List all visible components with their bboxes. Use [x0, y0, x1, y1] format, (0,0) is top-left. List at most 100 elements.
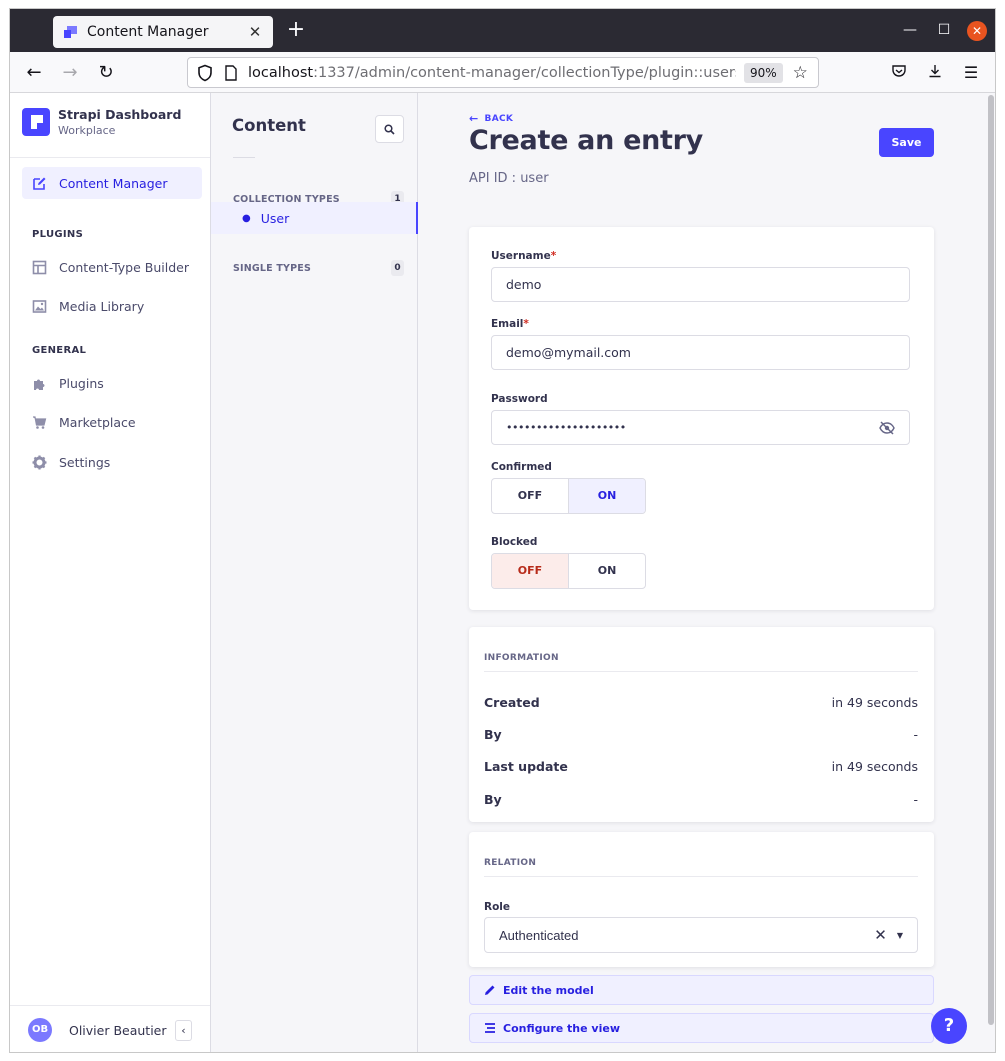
information-card: INFORMATION Created in 49 seconds By - Las… [469, 627, 934, 822]
arrow-left-icon: ← [469, 112, 479, 125]
save-button[interactable]: Save [879, 128, 934, 157]
chevron-left-icon: ‹ [181, 1023, 186, 1037]
shield-icon [198, 64, 212, 81]
hamburger-menu-icon[interactable]: ☰ [961, 63, 981, 83]
gear-icon [32, 455, 47, 469]
page-title: Create an entry [469, 125, 703, 156]
download-icon[interactable] [925, 63, 945, 83]
help-button[interactable]: ? [931, 1008, 967, 1044]
nav-divider [10, 157, 210, 158]
nav-item-label: Content Manager [59, 175, 168, 191]
nav-item-label: Settings [59, 454, 111, 470]
blocked-toggle[interactable]: OFF ON [491, 553, 646, 589]
info-row-created-by: By - [484, 727, 918, 742]
information-divider [484, 671, 918, 672]
minimize-icon[interactable]: — [900, 21, 920, 39]
back-arrow-icon[interactable]: ← [23, 62, 45, 84]
nav-item-marketplace[interactable]: Marketplace [22, 406, 202, 438]
configure-view-link[interactable]: Configure the view [469, 1013, 934, 1043]
list-icon [485, 1023, 495, 1033]
forward-arrow-icon[interactable]: → [59, 62, 81, 84]
browser-tab[interactable]: Content Manager ✕ [53, 16, 273, 48]
back-link[interactable]: ← BACK [469, 112, 513, 125]
nav-item-label: Media Library [59, 298, 145, 314]
pen-square-icon [33, 177, 46, 190]
pocket-icon[interactable] [889, 63, 909, 83]
url-text[interactable]: localhost:1337/admin/content-manager/col… [248, 65, 736, 81]
browser-titlebar: Content Manager ✕ + — ☐ ✕ [10, 9, 995, 52]
nav-item-content-manager[interactable]: Content Manager [22, 167, 202, 199]
information-heading: INFORMATION [484, 653, 559, 663]
role-label: Role [484, 901, 511, 913]
blocked-label: Blocked [491, 536, 538, 548]
tab-close-icon[interactable]: ✕ [247, 23, 263, 41]
info-row-updated-by: By - [484, 792, 918, 807]
collapse-nav-button[interactable]: ‹ [175, 1019, 192, 1041]
password-field[interactable]: •••••••••••••••••••• [491, 410, 910, 445]
nav-item-settings[interactable]: Settings [22, 446, 202, 478]
confirmed-off-option[interactable]: OFF [492, 479, 568, 513]
confirmed-label: Confirmed [491, 461, 552, 473]
bullet-icon: ● [242, 212, 251, 224]
nav-footer: OB Olivier Beautier ‹ [10, 1005, 210, 1052]
nav-section-general: GENERAL [32, 345, 87, 356]
zoom-level[interactable]: 90% [744, 62, 783, 83]
nav-item-media-library[interactable]: Media Library [22, 290, 202, 322]
bookmark-star-icon[interactable]: ☆ [793, 63, 808, 83]
browser-window: Content Manager ✕ + — ☐ ✕ ← → ↻ localhos… [9, 8, 996, 1053]
relation-card: RELATION Role Authenticated ✕ ▼ [469, 832, 934, 967]
brand-workplace: Workplace [58, 124, 116, 137]
cart-icon [33, 415, 47, 429]
layout-icon [32, 260, 47, 274]
subnav-title: Content [232, 116, 306, 135]
brand-name: Strapi Dashboard [58, 107, 182, 122]
browser-navbar: ← → ↻ localhost:1337/admin/content-manag… [10, 52, 995, 93]
info-row-last-update: Last update in 49 seconds [484, 759, 918, 774]
clear-icon[interactable]: ✕ [874, 926, 887, 944]
main-nav: Strapi Dashboard Workplace Content Manag… [10, 93, 211, 1052]
nav-item-plugins[interactable]: Plugins [22, 367, 202, 399]
nav-section-plugins: PLUGINS [32, 229, 84, 240]
eye-off-icon[interactable] [879, 420, 895, 435]
edit-model-link[interactable]: Edit the model [469, 975, 934, 1005]
role-select[interactable]: Authenticated ✕ ▼ [484, 917, 918, 953]
password-label: Password [491, 393, 548, 405]
page-scrollbar[interactable] [986, 93, 995, 1052]
strapi-favicon-icon [63, 24, 79, 40]
confirmed-on-option[interactable]: ON [568, 479, 645, 513]
search-icon [384, 124, 395, 135]
strapi-app: Strapi Dashboard Workplace Content Manag… [10, 93, 986, 1052]
new-tab-icon[interactable]: + [286, 19, 306, 41]
form-card: Username* demo Email* demo@mymail.com Pa… [469, 227, 934, 610]
url-bar[interactable]: localhost:1337/admin/content-manager/col… [187, 57, 819, 88]
puzzle-icon [34, 379, 45, 390]
api-id: API ID : user [469, 171, 549, 186]
caret-down-icon[interactable]: ▼ [897, 931, 903, 940]
subnav-item-user[interactable]: ● User [211, 202, 418, 234]
nav-item-content-type-builder[interactable]: Content-Type Builder [22, 251, 202, 283]
single-types-heading[interactable]: SINGLE TYPES [233, 263, 311, 274]
nav-item-label: Marketplace [59, 414, 136, 430]
pencil-icon [485, 985, 495, 995]
reload-icon[interactable]: ↻ [95, 62, 117, 84]
relation-divider [484, 876, 918, 877]
subnav-search-button[interactable] [375, 115, 404, 143]
image-icon [32, 299, 47, 313]
role-value: Authenticated [499, 927, 579, 943]
window-close-icon[interactable]: ✕ [967, 21, 987, 41]
email-label: Email* [491, 318, 529, 330]
avatar[interactable]: OB [28, 1018, 52, 1042]
subnav-item-label: User [260, 210, 290, 226]
email-field[interactable]: demo@mymail.com [491, 335, 910, 370]
confirmed-toggle[interactable]: OFF ON [491, 478, 646, 514]
nav-item-label: Plugins [59, 375, 104, 391]
blocked-on-option[interactable]: ON [569, 554, 645, 588]
maximize-icon[interactable]: ☐ [934, 21, 954, 39]
blocked-off-option[interactable]: OFF [492, 554, 569, 588]
single-types-count: 0 [391, 260, 404, 276]
info-row-created: Created in 49 seconds [484, 695, 918, 710]
strapi-logo-icon [22, 108, 50, 136]
username-field[interactable]: demo [491, 267, 910, 302]
scrollbar-thumb[interactable] [988, 95, 994, 1025]
user-name[interactable]: Olivier Beautier [69, 1023, 175, 1038]
